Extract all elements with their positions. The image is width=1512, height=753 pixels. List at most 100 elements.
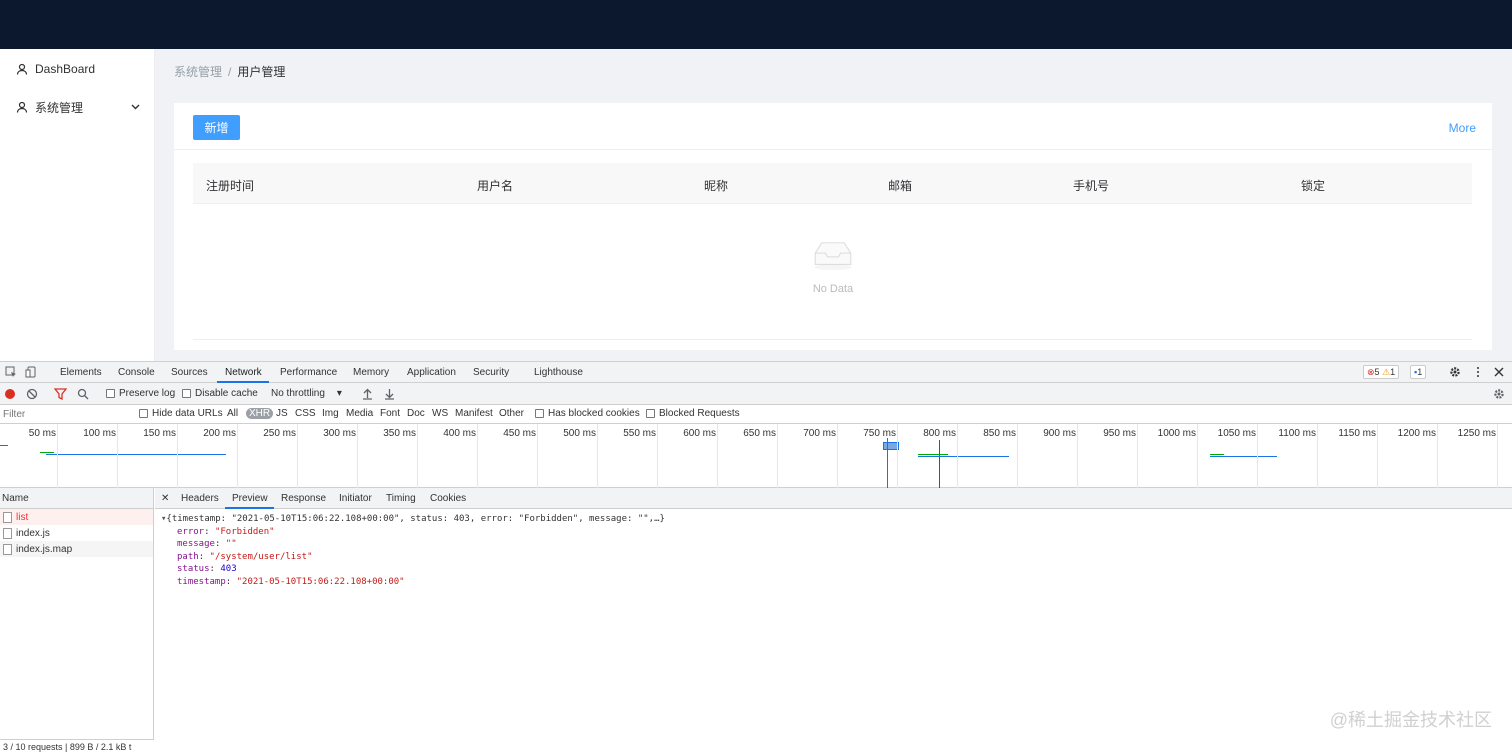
timeline-tick-label: 500 ms bbox=[563, 428, 596, 439]
request-list-header-name[interactable]: Name bbox=[0, 488, 153, 509]
disable-cache-checkbox[interactable]: Disable cache bbox=[182, 388, 258, 399]
json-key: message bbox=[177, 539, 215, 549]
timeline-bar bbox=[0, 445, 8, 446]
request-row-index-js[interactable]: index.js bbox=[0, 525, 153, 541]
request-row-index-js-map[interactable]: index.js.map bbox=[0, 541, 153, 557]
sidebar-item-label: 系统管理 bbox=[35, 100, 84, 115]
import-har-icon[interactable] bbox=[362, 388, 373, 400]
timeline-tick-label: 1250 ms bbox=[1457, 428, 1496, 439]
devtools-panel: Elements Console Sources Network Perform… bbox=[0, 361, 1512, 753]
filter-type-js[interactable]: JS bbox=[276, 408, 288, 419]
empty-text: No Data bbox=[812, 283, 854, 295]
tab-network[interactable]: Network bbox=[225, 367, 262, 378]
filter-type-media[interactable]: Media bbox=[346, 408, 373, 419]
filter-type-manifest[interactable]: Manifest bbox=[455, 408, 493, 419]
load-event-line bbox=[939, 440, 940, 488]
card-bottom-border bbox=[193, 339, 1472, 340]
filter-type-xhr[interactable]: XHR bbox=[246, 408, 274, 419]
more-options-icon[interactable] bbox=[1472, 366, 1484, 378]
timeline-tick-label: 650 ms bbox=[743, 428, 776, 439]
json-summary-row[interactable]: ▾{timestamp: "2021-05-10T15:06:22.108+00… bbox=[161, 513, 1506, 526]
timeline-gridline bbox=[957, 424, 958, 488]
blocked-cookies-label: Has blocked cookies bbox=[548, 408, 640, 419]
close-icon[interactable] bbox=[1493, 366, 1505, 378]
timeline-tick-label: 600 ms bbox=[683, 428, 716, 439]
detail-tab-timing[interactable]: Timing bbox=[386, 493, 416, 504]
filter-type-other[interactable]: Other bbox=[499, 408, 524, 419]
device-toolbar-icon[interactable] bbox=[25, 366, 37, 378]
filter-type-doc[interactable]: Doc bbox=[407, 408, 425, 419]
timeline-gridline bbox=[1077, 424, 1078, 488]
network-toolbar: Preserve log Disable cache No throttling… bbox=[0, 383, 1512, 405]
request-name: list bbox=[16, 511, 29, 523]
blocked-requests-checkbox[interactable]: Blocked Requests bbox=[646, 408, 740, 419]
filter-type-css[interactable]: CSS bbox=[295, 408, 316, 419]
tab-elements[interactable]: Elements bbox=[60, 367, 102, 378]
preserve-log-checkbox[interactable]: Preserve log bbox=[106, 388, 175, 399]
json-field-row: timestamp: "2021-05-10T15:06:22.108+00:0… bbox=[161, 576, 1506, 589]
detail-tab-initiator[interactable]: Initiator bbox=[339, 493, 372, 504]
sidebar: DashBoard 系统管理 bbox=[0, 49, 155, 361]
column-header-phone: 手机号 bbox=[1073, 179, 1110, 193]
filter-input[interactable] bbox=[0, 406, 130, 422]
sidebar-item-dashboard[interactable]: DashBoard bbox=[0, 50, 154, 88]
hide-data-urls-checkbox[interactable]: Hide data URLs bbox=[139, 408, 223, 419]
search-icon[interactable] bbox=[77, 388, 89, 400]
tab-lighthouse[interactable]: Lighthouse bbox=[534, 367, 583, 378]
filter-type-all[interactable]: All bbox=[227, 408, 238, 419]
error-count: 5 bbox=[1374, 367, 1380, 377]
timeline-gridline bbox=[657, 424, 658, 488]
throttling-select[interactable]: No throttling ▾ bbox=[271, 388, 342, 399]
detail-tab-preview[interactable]: Preview bbox=[232, 493, 268, 504]
timeline-gridline bbox=[177, 424, 178, 488]
timeline-tick-label: 1100 ms bbox=[1278, 428, 1316, 439]
tab-security[interactable]: Security bbox=[473, 367, 509, 378]
timeline-gridline bbox=[417, 424, 418, 488]
detail-tab-cookies[interactable]: Cookies bbox=[430, 493, 466, 504]
messages-badge[interactable]: ▪1 bbox=[1410, 365, 1427, 379]
tab-memory[interactable]: Memory bbox=[353, 367, 389, 378]
json-fields: error: "Forbidden" message: "" path: "/sys… bbox=[161, 526, 1506, 589]
timeline-gridline bbox=[1197, 424, 1198, 488]
timeline-tick-label: 950 ms bbox=[1103, 428, 1136, 439]
clear-icon[interactable] bbox=[26, 388, 38, 400]
request-row-list[interactable]: list bbox=[0, 509, 153, 525]
breadcrumb-parent[interactable]: 系统管理 bbox=[174, 65, 222, 79]
detail-tab-response[interactable]: Response bbox=[281, 493, 326, 504]
inspect-element-icon[interactable] bbox=[5, 366, 17, 378]
network-timeline-overview[interactable]: 50 ms 100 ms 150 ms 200 ms 250 ms 300 ms 350 m… bbox=[0, 424, 1512, 488]
gear-icon[interactable] bbox=[1449, 366, 1461, 378]
close-detail-icon[interactable]: ✕ bbox=[161, 493, 169, 504]
errors-warnings-badge[interactable]: ⊗5 ⚠1 bbox=[1363, 365, 1400, 379]
request-name: index.js.map bbox=[16, 543, 73, 555]
network-settings-gear-icon[interactable] bbox=[1493, 388, 1505, 400]
file-icon bbox=[3, 527, 12, 539]
export-har-icon[interactable] bbox=[384, 388, 395, 400]
timeline-gridline bbox=[897, 424, 898, 488]
filter-icon[interactable] bbox=[54, 388, 67, 400]
filter-type-img[interactable]: Img bbox=[322, 408, 339, 419]
json-field-row: error: "Forbidden" bbox=[161, 526, 1506, 539]
json-preview: ▾{timestamp: "2021-05-10T15:06:22.108+00… bbox=[155, 509, 1512, 592]
add-button[interactable]: 新增 bbox=[193, 115, 240, 140]
blocked-cookies-checkbox[interactable]: Has blocked cookies bbox=[535, 408, 640, 419]
empty-state: No Data bbox=[174, 240, 1492, 295]
sidebar-item-system-management[interactable]: 系统管理 bbox=[0, 88, 154, 126]
column-header-username: 用户名 bbox=[477, 179, 514, 193]
empty-inbox-icon bbox=[814, 242, 852, 270]
tab-console[interactable]: Console bbox=[118, 367, 155, 378]
column-header-nickname: 昵称 bbox=[704, 179, 729, 193]
tab-sources[interactable]: Sources bbox=[171, 367, 208, 378]
tab-performance[interactable]: Performance bbox=[280, 367, 337, 378]
chevron-down-icon[interactable] bbox=[131, 104, 140, 110]
detail-tab-headers[interactable]: Headers bbox=[181, 493, 219, 504]
tab-application[interactable]: Application bbox=[407, 367, 456, 378]
timeline-tick-label: 300 ms bbox=[323, 428, 356, 439]
filter-type-ws[interactable]: WS bbox=[432, 408, 448, 419]
more-link[interactable]: More bbox=[1449, 121, 1476, 135]
timeline-bar bbox=[40, 452, 54, 453]
record-icon[interactable] bbox=[4, 388, 16, 400]
timeline-gridline bbox=[837, 424, 838, 488]
filter-type-font[interactable]: Font bbox=[380, 408, 400, 419]
timeline-tick-label: 350 ms bbox=[383, 428, 416, 439]
